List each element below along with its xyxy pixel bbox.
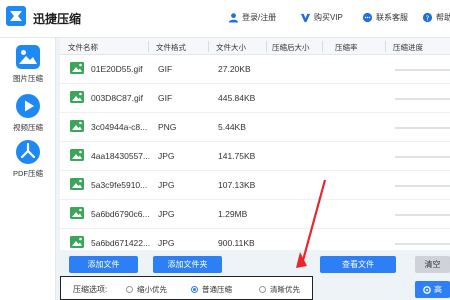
table-row[interactable]: 3c04944a-c8... PNG 5.44KB bbox=[60, 113, 450, 142]
file-name: 003D8C87.gif bbox=[91, 93, 143, 103]
start-compress-button[interactable]: 高 bbox=[415, 281, 450, 298]
column-divider bbox=[266, 41, 267, 52]
table-row[interactable]: 01E20D55.gif GIF 27.20KB bbox=[60, 55, 450, 84]
chat-icon bbox=[362, 12, 373, 23]
progress-bar bbox=[395, 156, 450, 158]
table-row[interactable]: 003D8C87.gif GIF 445.84KB bbox=[60, 84, 450, 113]
option-clarity-priority[interactable]: 清晰优先 bbox=[259, 284, 300, 295]
file-format: JPG bbox=[158, 151, 175, 161]
header-file-size: 文件大小 bbox=[216, 43, 246, 52]
options-label: 压缩选项: bbox=[73, 285, 108, 294]
column-divider bbox=[208, 41, 209, 52]
radio-button[interactable] bbox=[259, 286, 266, 293]
sidebar: 图片压缩 视频压缩 PDF压缩 bbox=[0, 38, 56, 300]
svg-text:?: ? bbox=[426, 13, 430, 22]
add-folder-button[interactable]: 添加文件夹 bbox=[153, 256, 222, 273]
view-file-button[interactable]: 查看文件 bbox=[320, 256, 396, 273]
progress-bar bbox=[395, 243, 450, 245]
progress-bar bbox=[395, 214, 450, 216]
column-divider bbox=[322, 41, 323, 52]
image-file-icon bbox=[70, 91, 84, 103]
sidebar-item-pdf-compress[interactable]: PDF压缩 bbox=[0, 139, 56, 179]
file-format: PNG bbox=[158, 122, 177, 132]
sidebar-item-image-compress[interactable]: 图片压缩 bbox=[0, 44, 56, 84]
column-divider bbox=[385, 41, 386, 52]
login-link[interactable]: 登录/注册 bbox=[228, 12, 276, 23]
title-bar: 迅捷压缩 登录/注册 购买VIP 联系客服 ? 帮助 bbox=[0, 0, 450, 38]
settings-icon bbox=[423, 285, 431, 294]
header-compression-rate: 压缩率 bbox=[335, 43, 358, 52]
app-title: 迅捷压缩 bbox=[33, 12, 82, 26]
image-file-icon bbox=[70, 120, 84, 132]
table-row[interactable]: 5a3c9fe5910... JPG 107.13KB bbox=[60, 171, 450, 200]
file-name: 5a3c9fe5910... bbox=[91, 180, 148, 190]
option-size-priority[interactable]: 缩小优先 bbox=[126, 284, 167, 295]
buy-vip-link[interactable]: 购买VIP bbox=[300, 12, 343, 23]
vip-icon bbox=[300, 13, 311, 23]
add-file-button[interactable]: 添加文件 bbox=[69, 256, 138, 273]
app-logo-icon bbox=[6, 6, 26, 26]
file-name: 3c04944a-c8... bbox=[91, 122, 148, 132]
progress-bar bbox=[395, 69, 450, 71]
image-file-icon bbox=[70, 178, 84, 190]
header-file-name: 文件名称 bbox=[68, 43, 98, 52]
compression-options: 压缩选项: 缩小优先 普通压缩 清晰优先 bbox=[60, 276, 313, 300]
clear-button[interactable]: 清空 bbox=[415, 256, 450, 273]
header-progress: 压缩进度 bbox=[393, 43, 423, 52]
image-file-icon bbox=[70, 207, 84, 219]
file-size: 5.44KB bbox=[218, 122, 246, 132]
option-normal-compress[interactable]: 普通压缩 bbox=[191, 284, 232, 295]
file-size: 141.75KB bbox=[218, 151, 256, 161]
help-icon: ? bbox=[422, 12, 433, 22]
file-size: 900.11KB bbox=[218, 238, 255, 248]
file-format: JPG bbox=[158, 209, 175, 219]
progress-bar bbox=[395, 98, 450, 100]
sidebar-item-video-compress[interactable]: 视频压缩 bbox=[0, 93, 56, 133]
table-header: 文件名称 文件格式 文件大小 压缩后大小 压缩率 压缩进度 bbox=[60, 38, 450, 55]
image-icon bbox=[16, 45, 40, 69]
file-size: 27.20KB bbox=[218, 64, 251, 74]
table-row[interactable]: 5a6bd6790c6... JPG 1.29MB bbox=[60, 200, 450, 229]
progress-bar bbox=[395, 127, 450, 129]
support-link[interactable]: 联系客服 bbox=[362, 12, 408, 23]
table-row[interactable]: 4aa18430557... JPG 141.75KB bbox=[60, 142, 450, 171]
file-format: JPG bbox=[158, 180, 175, 190]
file-table: 文件名称 文件格式 文件大小 压缩后大小 压缩率 压缩进度 01E20D55.g… bbox=[60, 38, 450, 258]
image-file-icon bbox=[70, 236, 84, 248]
file-name: 4aa18430557... bbox=[91, 151, 151, 161]
file-size: 1.29MB bbox=[218, 209, 248, 219]
header-compressed-size: 压缩后大小 bbox=[272, 43, 310, 52]
file-size: 107.13KB bbox=[218, 180, 256, 190]
file-format: GIF bbox=[158, 93, 173, 103]
table-row[interactable]: 5a6bd671422... JPG 900.11KB bbox=[60, 229, 450, 258]
file-name: 5a6bd6790c6... bbox=[91, 209, 150, 219]
file-format: JPG bbox=[158, 238, 175, 248]
file-format: GIF bbox=[158, 64, 173, 74]
file-name: 5a6bd671422... bbox=[91, 238, 151, 248]
play-icon bbox=[16, 94, 40, 118]
image-file-icon bbox=[70, 149, 84, 161]
user-icon bbox=[228, 13, 239, 23]
radio-button[interactable] bbox=[126, 286, 133, 293]
file-name: 01E20D55.gif bbox=[91, 64, 143, 74]
progress-bar bbox=[395, 185, 450, 187]
pdf-icon bbox=[16, 140, 40, 164]
header-file-format: 文件格式 bbox=[156, 43, 186, 52]
image-file-icon bbox=[70, 62, 84, 74]
column-divider bbox=[148, 41, 149, 52]
radio-button-selected[interactable] bbox=[191, 286, 198, 293]
file-size: 445.84KB bbox=[218, 93, 256, 103]
help-link[interactable]: ? 帮助 bbox=[422, 12, 450, 23]
